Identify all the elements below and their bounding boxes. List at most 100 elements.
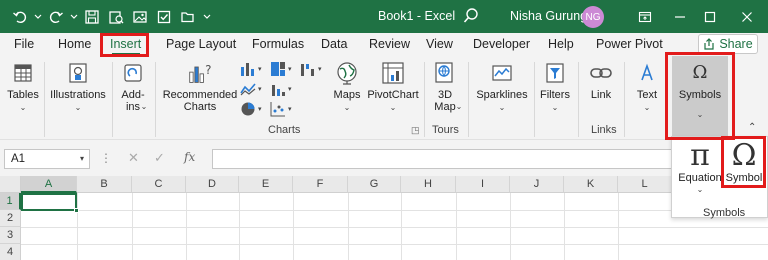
redo-icon[interactable]: [44, 5, 68, 29]
column-header[interactable]: H: [401, 176, 456, 193]
column-header[interactable]: I: [456, 176, 510, 193]
dialog-launcher-icon[interactable]: ◳: [411, 125, 420, 136]
text-label: Text: [636, 89, 658, 101]
column-header[interactable]: K: [564, 176, 618, 193]
group-separator: [468, 62, 469, 137]
collapse-ribbon-icon[interactable]: ⌃: [748, 122, 756, 133]
column-header[interactable]: C: [132, 176, 186, 193]
scatter-chart-button[interactable]: ▾: [270, 100, 296, 118]
group-separator: [424, 62, 425, 137]
more-icon[interactable]: ⋮: [100, 151, 112, 165]
ribbon-display-options-icon[interactable]: [635, 7, 655, 27]
filters-button[interactable]: Filters ⌄: [538, 56, 572, 114]
column-header[interactable]: J: [510, 176, 564, 193]
name-box[interactable]: A1: [4, 149, 90, 169]
column-header[interactable]: A: [21, 176, 77, 193]
cancel-icon[interactable]: ✕: [128, 150, 139, 166]
column-header[interactable]: G: [348, 176, 401, 193]
group-label-charts: Charts: [268, 124, 301, 136]
picture-icon[interactable]: [128, 5, 152, 29]
hierarchy-chart-button[interactable]: ▾: [270, 60, 296, 78]
undo-icon[interactable]: [8, 5, 32, 29]
checkbox-icon[interactable]: [152, 5, 176, 29]
print-preview-icon[interactable]: [104, 5, 128, 29]
open-folder-icon[interactable]: [176, 5, 200, 29]
gridline: [21, 210, 768, 211]
tables-label: Tables: [7, 89, 39, 101]
redo-dropdown-icon[interactable]: [68, 5, 80, 29]
equation-button[interactable]: π Equation ⌄: [676, 140, 724, 195]
row-header[interactable]: 1: [0, 193, 21, 210]
fill-handle[interactable]: [74, 208, 79, 213]
select-all-button[interactable]: [0, 176, 21, 193]
active-cell[interactable]: [21, 193, 77, 211]
group-separator: [155, 62, 156, 137]
column-header[interactable]: D: [186, 176, 239, 193]
maximize-icon[interactable]: [700, 7, 720, 27]
tables-button[interactable]: Tables ⌄: [6, 56, 40, 114]
customize-qat-icon[interactable]: [200, 5, 214, 29]
column-header[interactable]: B: [77, 176, 132, 193]
share-button[interactable]: Share: [698, 34, 758, 54]
pivotchart-label: PivotChart: [367, 89, 419, 101]
chevron-down-icon: ⌄: [74, 103, 82, 112]
sparklines-icon: [490, 61, 514, 85]
formula-input[interactable]: [212, 149, 672, 169]
pivotchart-icon: [381, 61, 405, 85]
recommended-charts-label-line1: Recommended: [162, 89, 238, 101]
add-ins-button[interactable]: Add- ins ⌄: [116, 56, 150, 113]
avatar[interactable]: NG: [582, 6, 604, 28]
chevron-down-icon: ⌄: [389, 103, 397, 112]
link-label: Link: [590, 89, 612, 101]
tab-view[interactable]: View: [426, 37, 453, 51]
tab-review[interactable]: Review: [369, 37, 410, 51]
enter-icon[interactable]: ✓: [154, 150, 165, 166]
tab-page-layout[interactable]: Page Layout: [166, 37, 236, 51]
pie-chart-button[interactable]: ▾: [240, 100, 266, 118]
maps-button[interactable]: Maps ⌄: [330, 56, 364, 114]
undo-dropdown-icon[interactable]: [32, 5, 44, 29]
scatter-chart-icon: [270, 102, 285, 117]
tab-developer[interactable]: Developer: [473, 37, 530, 51]
tab-file[interactable]: File: [14, 37, 34, 51]
3d-map-button[interactable]: 3D Map ⌄: [428, 56, 462, 113]
gridline: [348, 193, 349, 260]
highlight-symbols-button: [665, 52, 735, 140]
pivotchart-button[interactable]: PivotChart ⌄: [365, 56, 421, 114]
sparklines-button[interactable]: Sparklines ⌄: [474, 56, 530, 114]
link-button[interactable]: Link: [584, 56, 618, 101]
tab-help[interactable]: Help: [548, 37, 574, 51]
row-header[interactable]: 4: [0, 244, 21, 260]
line-chart-button[interactable]: ▾: [240, 80, 266, 98]
statistic-chart-icon: [272, 85, 285, 96]
chevron-down-icon: ⌄: [455, 102, 463, 111]
pie-chart-icon: [241, 102, 255, 116]
statistic-chart-button[interactable]: ▾: [270, 80, 296, 98]
tab-power-pivot[interactable]: Power Pivot: [596, 37, 663, 51]
search-icon[interactable]: [463, 7, 479, 28]
3d-map-label-line2: Map: [434, 101, 456, 113]
illustrations-button[interactable]: Illustrations ⌄: [48, 56, 108, 114]
recommended-charts-button[interactable]: ? Recommended Charts: [160, 56, 240, 113]
row-header[interactable]: 3: [0, 227, 21, 244]
user-name[interactable]: Nisha Gurung: [510, 9, 587, 23]
column-chart-button[interactable]: ▾: [240, 60, 266, 78]
column-header[interactable]: L: [618, 176, 672, 193]
gridline: [21, 227, 768, 228]
tab-data[interactable]: Data: [321, 37, 347, 51]
row-header[interactable]: 2: [0, 210, 21, 227]
insert-function-button[interactable]: fx: [184, 150, 195, 164]
close-icon[interactable]: [737, 7, 757, 27]
column-header[interactable]: E: [239, 176, 293, 193]
save-icon[interactable]: [80, 5, 104, 29]
tab-formulas[interactable]: Formulas: [252, 37, 304, 51]
group-label-tours: Tours: [432, 124, 459, 136]
tab-home[interactable]: Home: [58, 37, 91, 51]
gridline: [564, 193, 565, 260]
text-button[interactable]: Text ⌄: [630, 56, 664, 114]
chevron-down-icon[interactable]: ▾: [80, 154, 84, 163]
link-icon: [589, 61, 613, 85]
waterfall-chart-button[interactable]: ▾: [300, 60, 326, 78]
minimize-icon[interactable]: [670, 7, 690, 27]
column-header[interactable]: F: [293, 176, 348, 193]
